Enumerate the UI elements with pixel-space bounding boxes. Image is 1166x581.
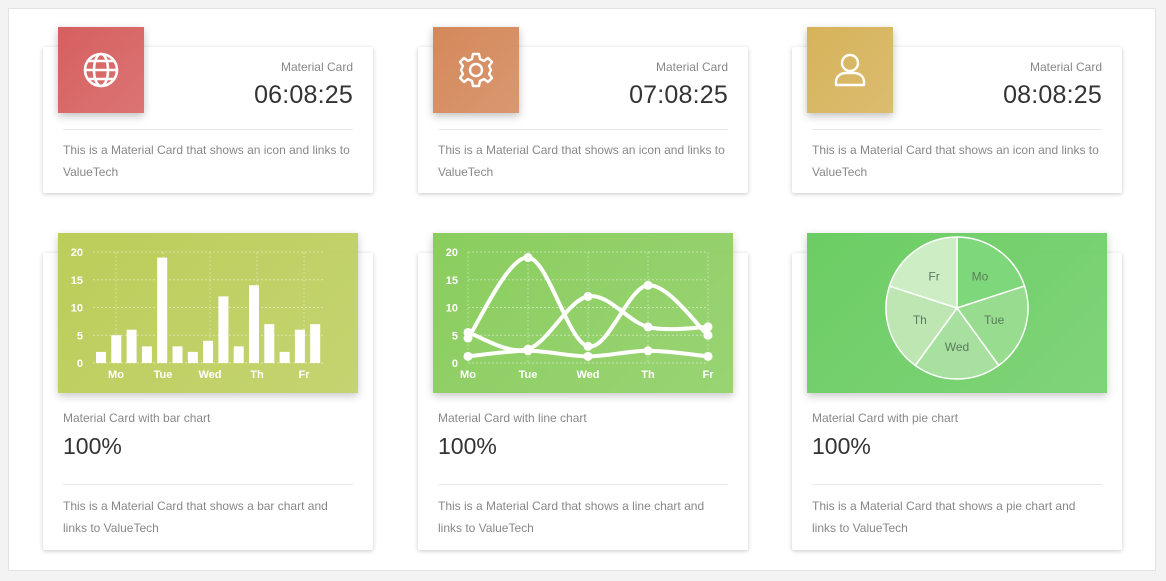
card-value: 100% — [438, 433, 497, 459]
card-category: Material Card — [1029, 60, 1102, 74]
y-tick-label: 10 — [71, 303, 83, 315]
card-value: 100% — [63, 433, 122, 459]
info-card-gear[interactable]: Material Card 07:08:25 This is a Materia… — [418, 27, 748, 193]
data-point — [583, 351, 593, 361]
data-point — [643, 280, 653, 290]
slice-label: Wed — [945, 340, 969, 354]
bar — [126, 329, 137, 363]
card-value: 100% — [812, 433, 871, 459]
bar — [111, 335, 122, 363]
data-point — [703, 322, 713, 332]
bar — [203, 340, 214, 363]
divider — [438, 484, 728, 485]
y-tick-label: 5 — [452, 330, 458, 342]
card-category: Material Card with bar chart — [63, 411, 211, 425]
x-tick-label: Fr — [299, 369, 311, 381]
x-tick-label: Wed — [576, 369, 599, 381]
card-footer-text: This is a Material Card that shows an ic… — [438, 143, 725, 179]
bar — [310, 324, 321, 363]
slice-label: Tue — [984, 313, 1005, 327]
card-time: 07:08:25 — [629, 81, 728, 109]
bar — [233, 346, 244, 363]
data-point — [523, 253, 533, 263]
x-tick-label: Tue — [519, 369, 538, 381]
y-tick-label: 0 — [77, 358, 83, 370]
card-time: 08:08:25 — [1003, 81, 1102, 109]
x-tick-label: Th — [250, 369, 264, 381]
divider — [812, 129, 1102, 130]
info-card-globe[interactable]: Material Card 06:08:25 This is a Materia… — [43, 27, 373, 193]
line-chart-svg: 0 5 10 15 20 Mo Tue Wed Th Fr — [446, 247, 715, 381]
line-chart: 0 5 10 15 20 Mo Tue Wed Th Fr — [433, 233, 733, 393]
slice-label: Th — [913, 313, 927, 327]
bar — [157, 257, 168, 363]
y-tick-label: 15 — [446, 275, 458, 287]
slice-label: Mo — [972, 269, 989, 283]
bar — [264, 324, 275, 363]
card-footer-text: This is a Material Card that shows a lin… — [438, 499, 705, 535]
gear-icon-box — [433, 27, 519, 113]
x-tick-label: Mo — [460, 369, 476, 381]
card-category: Material Card with pie chart — [812, 411, 959, 425]
data-point — [643, 322, 653, 332]
globe-icon-box — [58, 27, 144, 113]
divider — [812, 484, 1102, 485]
bar — [141, 346, 152, 363]
card-footer-text: This is a Material Card that shows a bar… — [63, 499, 328, 535]
bar — [96, 351, 106, 363]
y-tick-label: 20 — [71, 247, 83, 259]
dashboard-panel: Material Card 06:08:25 This is a Materia… — [8, 8, 1156, 571]
card-category: Material Card with line chart — [438, 411, 587, 425]
pie-chart-card[interactable]: Mo Tue Wed Th Fr Material Card with pie char… — [792, 233, 1122, 550]
card-footer-text: This is a Material Card that shows a pie… — [812, 499, 1076, 535]
info-card-user[interactable]: Material Card 08:08:25 This is a Materia… — [792, 27, 1122, 193]
divider — [63, 129, 353, 130]
card-time: 06:08:25 — [254, 81, 353, 109]
divider — [438, 129, 728, 130]
data-point — [703, 330, 713, 340]
data-point — [643, 346, 653, 356]
y-tick-label: 5 — [77, 330, 83, 342]
bar-chart-svg: 0 5 10 15 20 Mo Tue Wed Th Fr — [71, 247, 325, 381]
data-point — [703, 351, 713, 361]
x-tick-label: Fr — [703, 369, 715, 381]
card-footer-text: This is a Material Card that shows an ic… — [812, 143, 1099, 179]
bar — [249, 285, 259, 363]
data-point — [523, 346, 533, 356]
bar — [294, 329, 305, 363]
globe-icon — [83, 52, 119, 88]
bar — [279, 351, 290, 363]
x-tick-label: Mo — [108, 369, 124, 381]
bar-chart: 0 5 10 15 20 Mo Tue Wed Th Fr — [58, 233, 358, 393]
data-point — [463, 327, 473, 337]
y-tick-label: 10 — [446, 303, 458, 315]
bar — [187, 351, 198, 363]
gear-icon — [458, 52, 494, 88]
divider — [63, 484, 353, 485]
bar — [218, 296, 229, 363]
y-tick-label: 20 — [446, 247, 458, 259]
card-category: Material Card — [280, 60, 353, 74]
data-point — [583, 341, 593, 351]
card-category: Material Card — [655, 60, 728, 74]
line-chart-card[interactable]: 0 5 10 15 20 Mo Tue Wed Th Fr Material Card with … — [418, 233, 748, 550]
data-point — [583, 291, 593, 301]
pie-chart: Mo Tue Wed Th Fr — [807, 233, 1107, 393]
user-icon-box — [807, 27, 893, 113]
bar-chart-card[interactable]: 0 5 10 15 20 Mo Tue Wed Th Fr Material Card with … — [43, 233, 373, 550]
x-tick-label: Tue — [154, 369, 173, 381]
card-footer-text: This is a Material Card that shows an ic… — [63, 143, 350, 179]
bar — [172, 346, 183, 363]
user-icon — [834, 53, 866, 87]
x-tick-label: Wed — [198, 369, 221, 381]
data-point — [463, 351, 473, 361]
y-tick-label: 0 — [452, 358, 458, 370]
x-tick-label: Th — [641, 369, 655, 381]
y-tick-label: 15 — [71, 275, 83, 287]
pie-chart-svg: Mo Tue Wed Th Fr — [885, 236, 1029, 380]
slice-label: Fr — [928, 269, 939, 283]
